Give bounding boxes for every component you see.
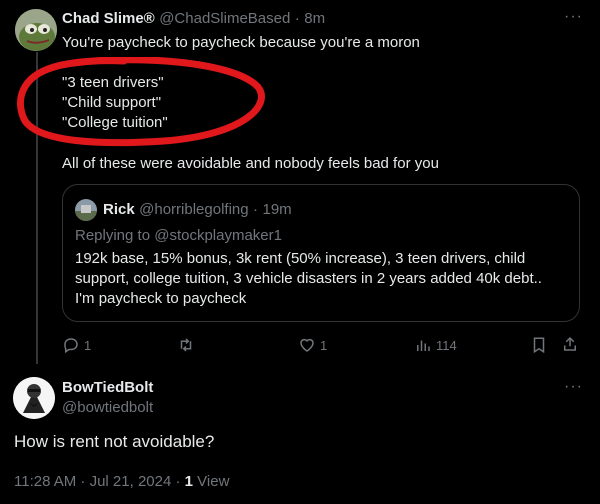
post-header: Chad Slime® @ChadSlimeBased · 8m: [62, 10, 325, 28]
quoted-author-handle[interactable]: @horriblegolfing: [139, 201, 248, 218]
reply-button[interactable]: 1: [62, 336, 91, 354]
bookmark-button[interactable]: [531, 336, 547, 354]
chad-avatar[interactable]: [15, 9, 57, 51]
views-button[interactable]: 114: [414, 336, 457, 354]
quoted-line-3: I'm paycheck to paycheck: [75, 290, 247, 307]
reply-timestamp[interactable]: 11:28 AM · Jul 21, 2024 ·: [14, 473, 185, 490]
post-time[interactable]: 8m: [304, 10, 325, 27]
reply-views-label: View: [193, 473, 230, 490]
retweet-button[interactable]: [176, 336, 200, 354]
heart-icon: [300, 338, 314, 352]
author-name[interactable]: Chad Slime®: [62, 10, 155, 27]
quoted-separator: ·: [253, 201, 259, 218]
quoted-time[interactable]: 19m: [263, 201, 292, 218]
reply-author-name[interactable]: BowTiedBolt: [62, 379, 153, 396]
views-icon: [417, 340, 430, 351]
reply-author-handle[interactable]: @bowtiedbolt: [62, 399, 153, 416]
post-body: You're paycheck to paycheck because you'…: [62, 33, 582, 174]
rick-avatar[interactable]: [75, 199, 97, 221]
reply-body: How is rent not avoidable?: [14, 432, 215, 451]
like-count: 1: [320, 337, 328, 353]
author-handle[interactable]: @ChadSlimeBased: [159, 10, 290, 27]
bowtie-avatar-icon: [13, 377, 55, 419]
quoted-author-name[interactable]: Rick: [103, 201, 135, 218]
retweet-icon: [180, 338, 192, 352]
quoted-line-1: 192k base, 15% bonus, 3k rent (50% incre…: [75, 250, 526, 267]
post-quote-line-1: "3 teen drivers": [62, 74, 164, 91]
post-line-1: You're paycheck to paycheck because you'…: [62, 34, 420, 51]
quoted-header: Rick @horriblegolfing · 19m: [103, 201, 292, 219]
header-separator: ·: [294, 10, 300, 27]
reply-more-dots-icon[interactable]: ···: [564, 378, 583, 396]
post-quote-line-2: "Child support": [62, 94, 162, 111]
reply-meta: 11:28 AM · Jul 21, 2024 · 1 View: [14, 473, 229, 490]
quoted-body: 192k base, 15% bonus, 3k rent (50% incre…: [75, 249, 575, 309]
quoted-line-2: support, college tuition, 3 vehicle disa…: [75, 270, 542, 287]
thread-line: [36, 52, 38, 364]
more-dots-icon[interactable]: ···: [564, 8, 583, 26]
rick-avatar-icon: [75, 199, 97, 221]
post-line-2: All of these were avoidable and nobody f…: [62, 155, 439, 172]
views-count: 114: [436, 337, 457, 353]
bookmark-icon: [533, 337, 545, 354]
frog-avatar-icon: [15, 9, 57, 51]
reply-count: 1: [84, 337, 92, 353]
post-quote-line-3: "College tuition": [62, 114, 168, 131]
bowtiedbolt-avatar[interactable]: [13, 377, 55, 419]
quoted-post-card[interactable]: Rick @horriblegolfing · 19m Replying to …: [62, 184, 580, 322]
reply-icon: [64, 338, 78, 354]
reply-views-number: 1: [184, 473, 193, 490]
share-icon: [564, 336, 576, 351]
share-button[interactable]: [561, 335, 579, 353]
replying-to[interactable]: Replying to @stockplaymaker1: [75, 227, 282, 244]
like-button[interactable]: 1: [298, 336, 327, 354]
